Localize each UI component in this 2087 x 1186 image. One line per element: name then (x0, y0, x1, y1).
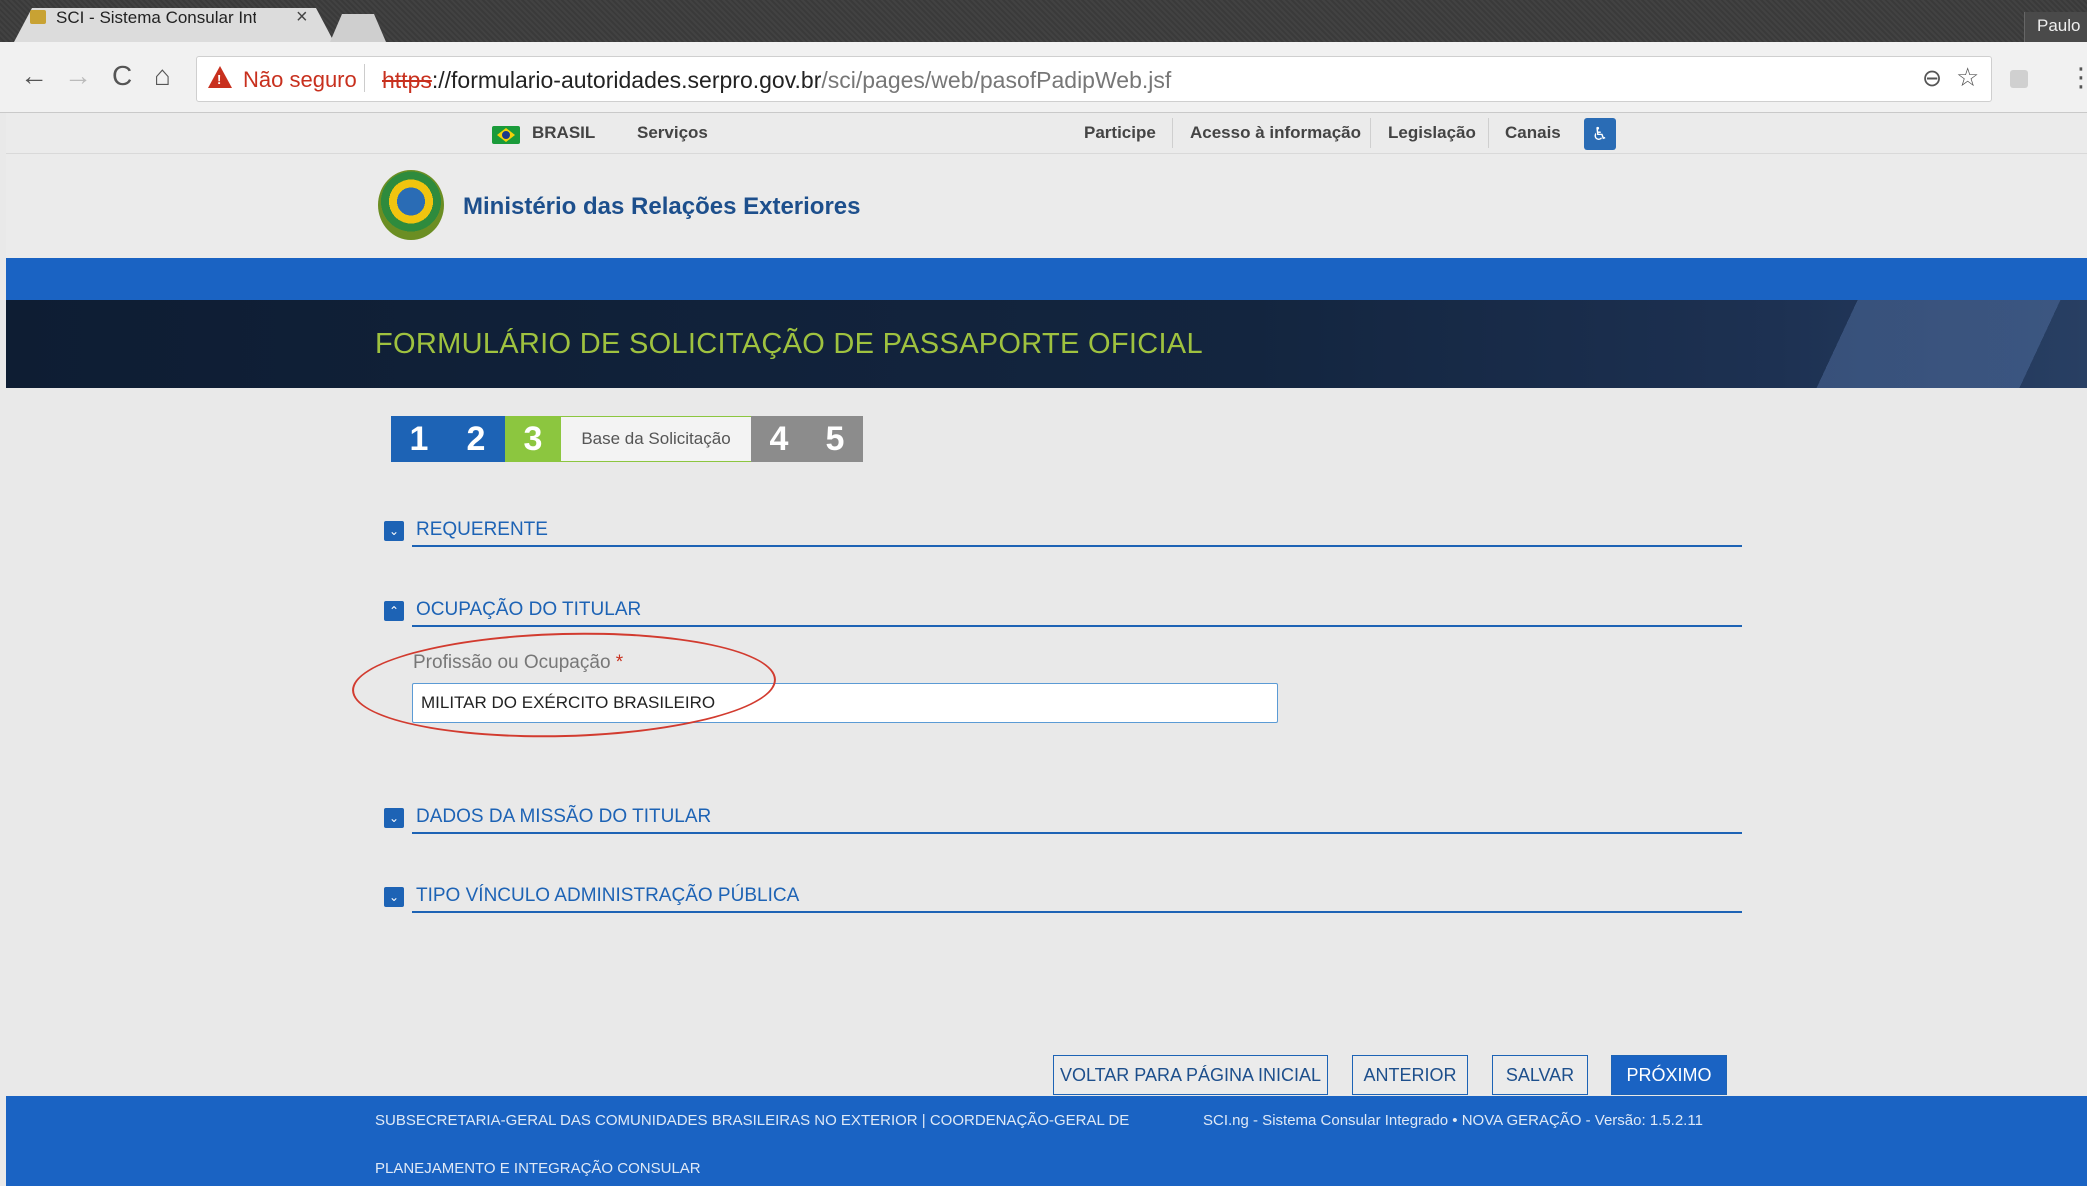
acesso-informacao-link[interactable]: Acesso à informação (1190, 123, 1361, 143)
proximo-button[interactable]: PRÓXIMO (1611, 1055, 1727, 1095)
expand-vinculo-icon[interactable]: ⌄ (384, 887, 404, 907)
voltar-pagina-inicial-button[interactable]: VOLTAR PARA PÁGINA INICIAL (1053, 1055, 1328, 1095)
security-indicator[interactable]: Não seguro (243, 67, 357, 93)
gov-divider (1172, 118, 1173, 148)
url-path: /sci/pages/web/pasofPadipWeb.jsf (821, 67, 1172, 93)
reload-icon[interactable]: C (112, 60, 132, 92)
gov-divider (1488, 118, 1489, 148)
footer-org-line2: PLANEJAMENTO E INTEGRAÇÃO CONSULAR (375, 1160, 701, 1177)
brazil-flag-icon (492, 126, 520, 144)
forward-icon[interactable]: → (64, 60, 92, 92)
extension-icon[interactable] (2010, 70, 2028, 88)
occupation-label-text: Profissão ou Ocupação (413, 652, 611, 673)
zoom-icon[interactable]: ⊖ (1922, 64, 1942, 93)
section-divider (412, 911, 1742, 913)
section-divider (412, 625, 1742, 627)
favicon-icon (30, 10, 46, 24)
section-missao[interactable]: DADOS DA MISSÃO DO TITULAR (416, 806, 711, 828)
gov-divider (1370, 118, 1371, 148)
occupation-label: Profissão ou Ocupação * (413, 652, 623, 674)
url-text[interactable]: https://formulario-autoridades.serpro.go… (382, 67, 1171, 94)
step-3[interactable]: 3 (505, 416, 561, 462)
passport-decoration (1790, 300, 2087, 388)
section-divider (412, 832, 1742, 834)
footer-version: SCI.ng - Sistema Consular Integrado • NO… (1203, 1112, 1703, 1129)
occupation-input[interactable] (412, 683, 1278, 723)
ministry-name[interactable]: Ministério das Relações Exteriores (463, 193, 861, 221)
servicos-link[interactable]: Serviços (637, 123, 708, 143)
step-4[interactable]: 4 (751, 416, 816, 462)
section-vinculo[interactable]: TIPO VÍNCULO ADMINISTRAÇÃO PÚBLICA (416, 885, 799, 907)
expand-missao-icon[interactable]: ⌄ (384, 808, 404, 828)
expand-requerente-icon[interactable]: ⌄ (384, 521, 404, 541)
section-ocupacao[interactable]: OCUPAÇÃO DO TITULAR (416, 599, 641, 621)
section-requerente[interactable]: REQUERENTE (416, 519, 548, 541)
bookmark-star-icon[interactable]: ☆ (1956, 62, 1979, 93)
url-protocol: https (382, 67, 432, 93)
profile-button[interactable]: Paulo (2024, 12, 2087, 42)
accessibility-icon[interactable]: ♿ (1584, 118, 1616, 150)
brasil-link[interactable]: BRASIL (532, 123, 595, 143)
blue-nav-bar (6, 258, 2087, 300)
back-icon[interactable]: ← (20, 60, 48, 92)
site-footer (6, 1096, 2087, 1186)
participe-link[interactable]: Participe (1084, 123, 1156, 143)
coat-of-arms-logo (378, 170, 444, 240)
browser-menu-icon[interactable]: ⋮ (2068, 62, 2087, 93)
step-5[interactable]: 5 (807, 416, 863, 462)
tab-title[interactable]: SCI - Sistema Consular Inte (56, 8, 256, 28)
url-host: ://formulario-autoridades.serpro.gov.br (431, 67, 822, 93)
canais-link[interactable]: Canais (1505, 123, 1561, 143)
step-2[interactable]: 2 (447, 416, 514, 462)
anterior-button[interactable]: ANTERIOR (1352, 1055, 1468, 1095)
url-divider (364, 64, 365, 92)
page-title: FORMULÁRIO DE SOLICITAÇÃO DE PASSAPORTE … (375, 328, 1203, 360)
step-1[interactable]: 1 (391, 416, 456, 462)
salvar-button[interactable]: SALVAR (1492, 1055, 1588, 1095)
section-divider (412, 545, 1742, 547)
gov-top-bar (6, 113, 2087, 154)
collapse-ocupacao-icon[interactable]: ⌃ (384, 601, 404, 621)
warning-icon[interactable] (208, 66, 232, 88)
footer-org-line1: SUBSECRETARIA-GERAL DAS COMUNIDADES BRAS… (375, 1112, 1130, 1129)
legislacao-link[interactable]: Legislação (1388, 123, 1476, 143)
required-mark: * (615, 652, 624, 673)
current-step-label: Base da Solicitação (560, 416, 752, 462)
home-icon[interactable]: ⌂ (154, 60, 171, 92)
close-tab-icon[interactable]: × (296, 6, 308, 29)
site-header (6, 154, 2087, 258)
